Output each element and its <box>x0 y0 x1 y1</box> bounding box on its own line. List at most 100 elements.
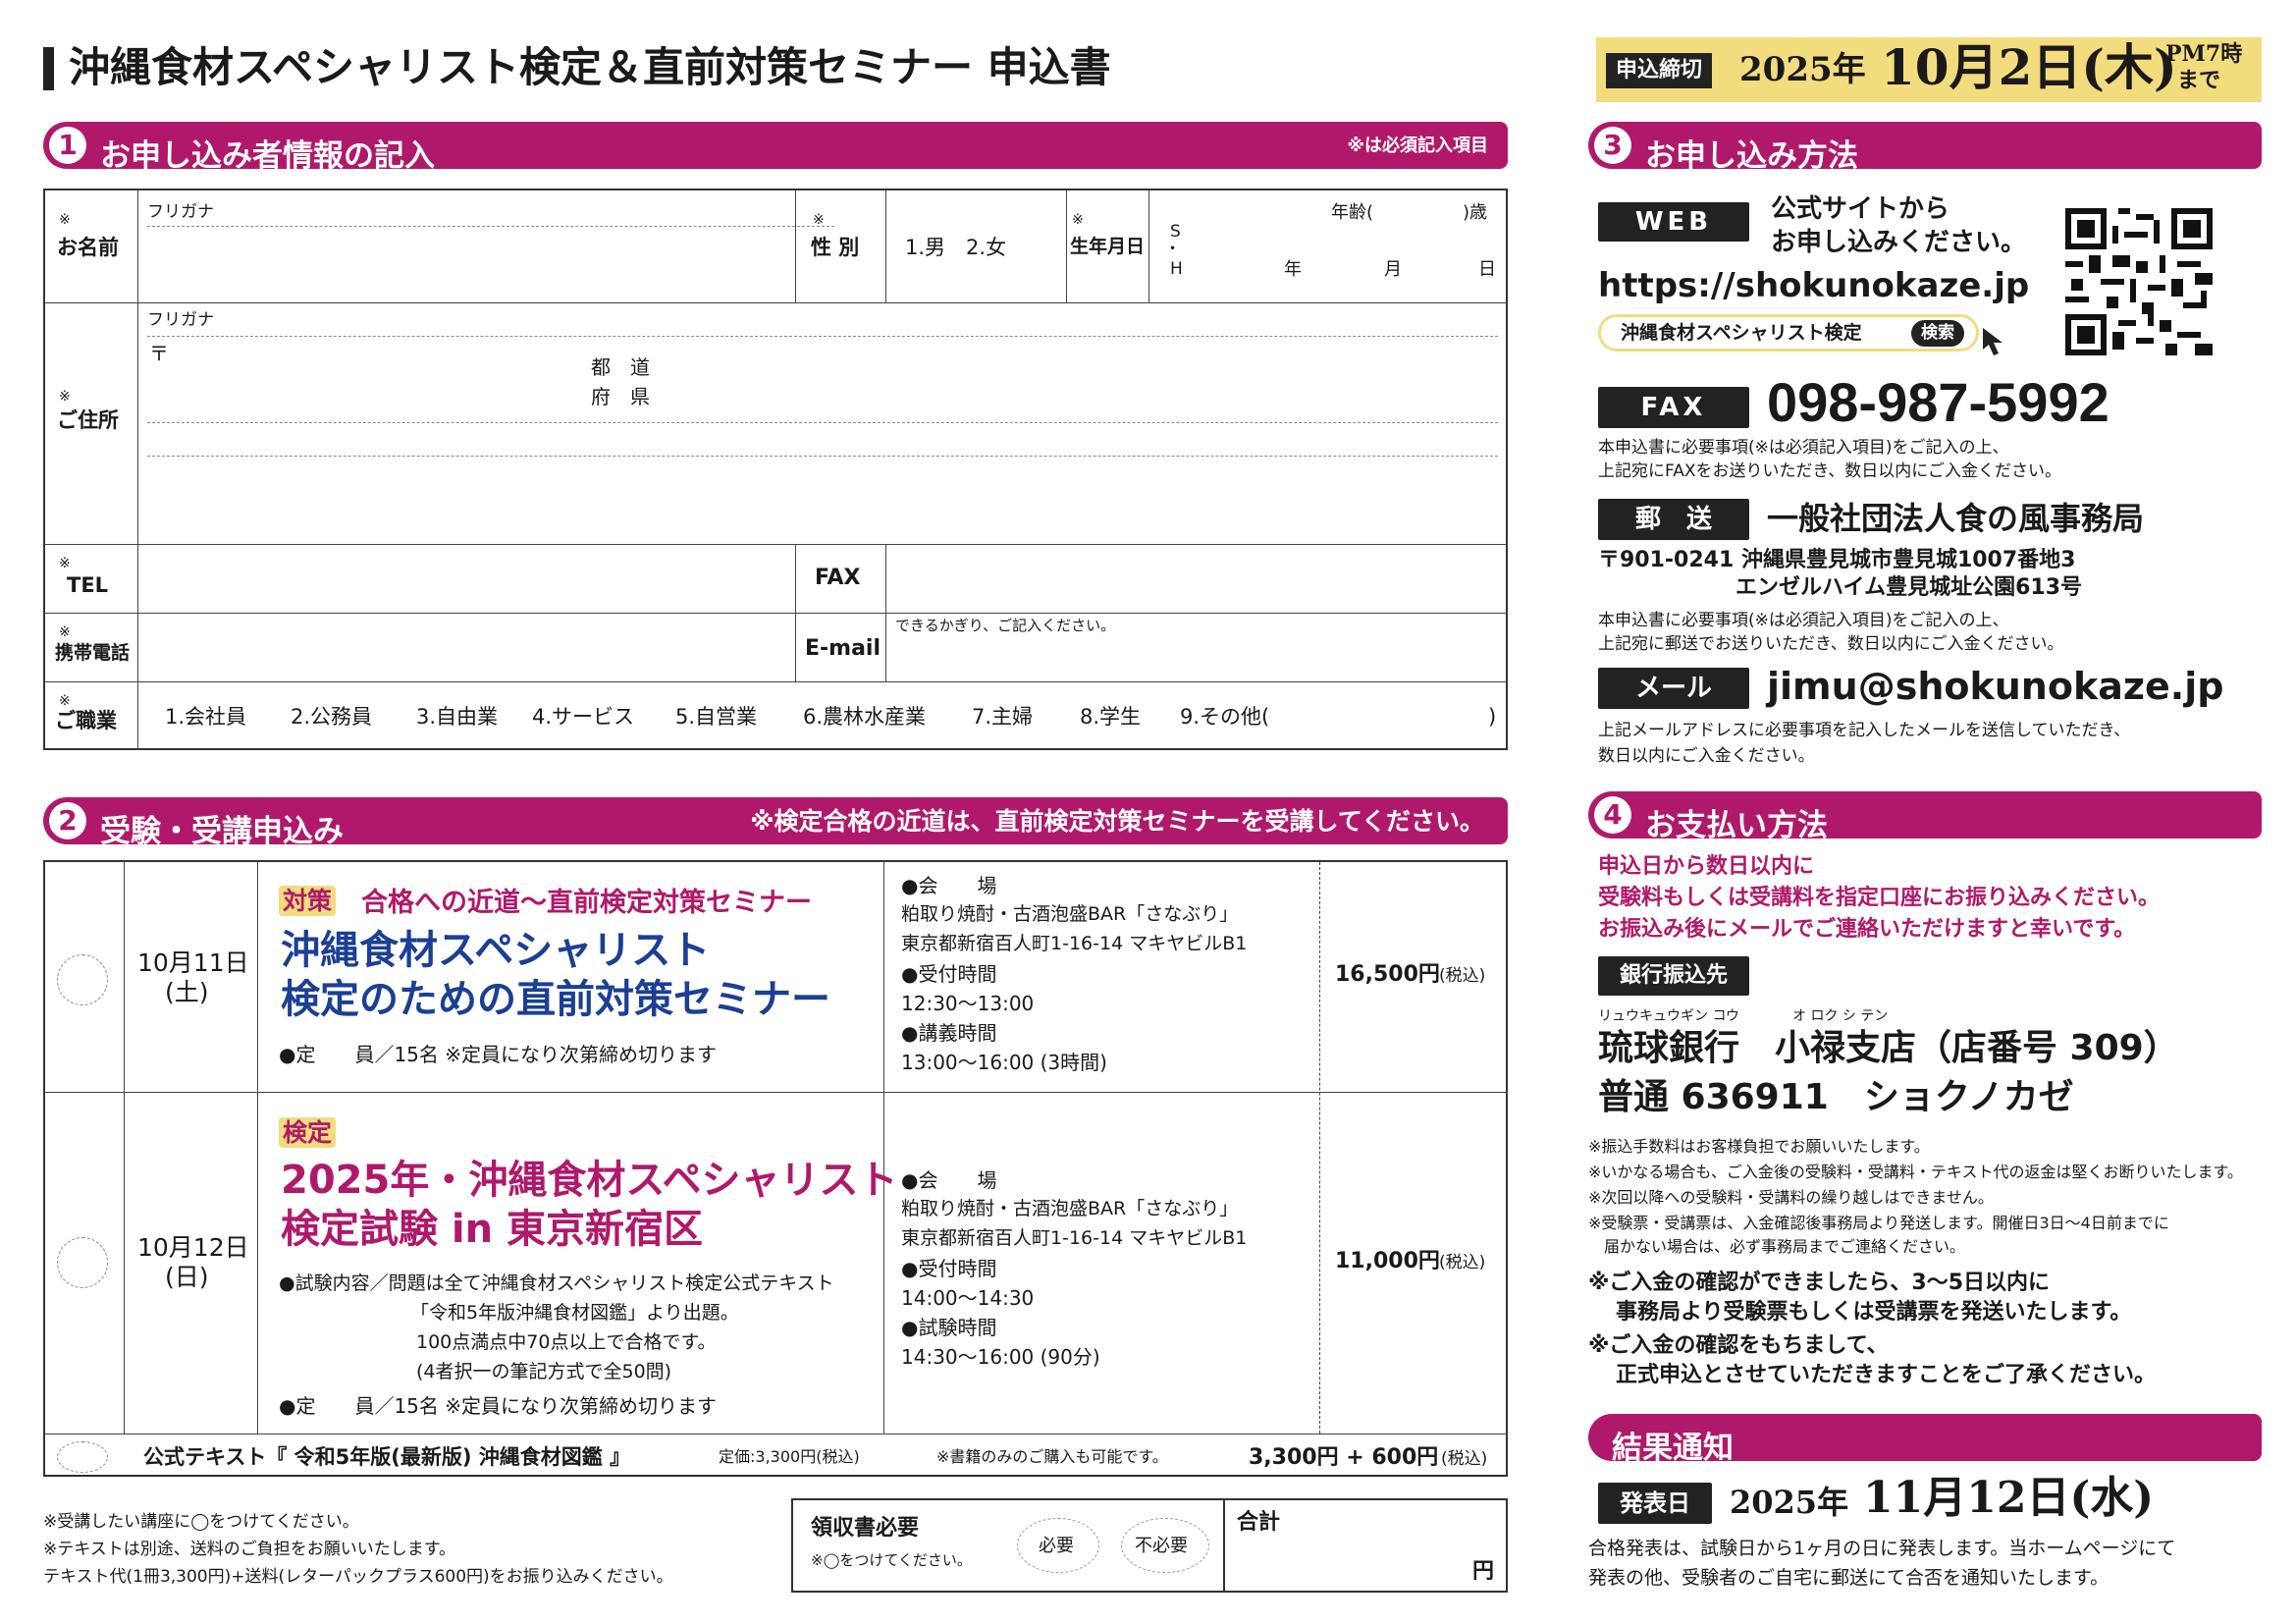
gender-label: 性 別 <box>811 236 860 259</box>
job-option-7[interactable]: 7.主婦 <box>972 707 1033 728</box>
confirm-note-4: 正式申込とさせていただきますことをご了承ください。 <box>1616 1363 2157 1387</box>
search-box[interactable]: 沖縄食材スペシャリスト検定 検索 <box>1598 314 1979 352</box>
job-option-6[interactable]: 6.農林水産業 <box>803 707 926 728</box>
job-label: ご職業 <box>55 709 117 732</box>
title-marker <box>43 47 54 90</box>
seminar-select-circle[interactable] <box>57 954 108 1005</box>
results-header: 結果通知 <box>1588 1414 2262 1466</box>
fax-label-badge: FAX <box>1598 387 1749 428</box>
section2-header: 2 受験・受講申込み ※検定合格の近道は、直前検定対策セミナーを受講してください… <box>43 797 1508 849</box>
seminar-venue-2: 東京都新宿百人町1-16-14 マキヤビルB1 <box>901 933 1248 954</box>
payment-lead-2: 受験料もしくは受講料を指定口座にお振り込みください。 <box>1598 886 2161 910</box>
job-option-1[interactable]: 1.会社員 <box>165 707 246 728</box>
deadline-year: 2025年 <box>1739 50 1866 89</box>
results-title: 結果通知 <box>1612 1431 1734 1466</box>
tel-label: TEL <box>67 573 109 597</box>
payment-note-1: ※振込手数料はお客様負担でお願いいたします。 <box>1588 1137 1930 1156</box>
mail-label-badge: 郵 送 <box>1598 499 1749 540</box>
seminar-lecture-label: ●講義時間 <box>901 1021 997 1045</box>
name-furigana-label: フリガナ <box>147 202 214 222</box>
birth-era-h[interactable]: H <box>1170 261 1183 278</box>
seminar-lecture: 13:00～16:00 (3時間) <box>901 1051 1107 1074</box>
seminar-reception: 12:30～13:00 <box>901 992 1035 1015</box>
exam-price: 11,000円 <box>1335 1249 1440 1273</box>
seminar-venue-1: 粕取り焼酎・古酒泡盛BAR「さなぶり」 <box>901 903 1239 925</box>
exam-venue-label: ●会 場 <box>901 1168 997 1192</box>
payment-note-3: ※次回以降への受験料・受講料の繰り越しはできません。 <box>1588 1188 1994 1207</box>
postal-address-1: 〒901-0241 沖縄県豊見城市豊見城1007番地3 <box>1598 548 2076 572</box>
job-option-2[interactable]: 2.公務員 <box>291 707 372 728</box>
mail-note-2: 上記宛に郵送でお送りいただき、数日以内にご入金ください。 <box>1598 634 2064 654</box>
name-field[interactable] <box>147 234 834 297</box>
mobile-label: 携帯電話 <box>55 642 131 664</box>
total-field[interactable] <box>1237 1540 1453 1583</box>
email-note: できるかぎり、ご記入ください。 <box>895 617 1116 634</box>
seminar-venue-label: ●会 場 <box>901 874 997 897</box>
textbook-select-circle[interactable] <box>57 1441 108 1473</box>
job-option-9[interactable]: 9.その他( <box>1180 707 1269 728</box>
applicant-form: ※ お名前 フリガナ ※ 性 別 1.男 2.女 ※ 生年月日 S ・ H 年齢… <box>43 189 1508 750</box>
tel-field[interactable] <box>147 552 785 607</box>
textbook-title: 公式テキスト『 令和5年版(最新版) 沖縄食材図鑑 』 <box>143 1445 631 1469</box>
age-label: 年齢( <box>1331 202 1374 223</box>
exam-title-1: 2025年・沖縄食材スペシャリスト <box>281 1158 898 1203</box>
name-label: お名前 <box>57 236 119 259</box>
birth-req: ※ <box>1072 212 1084 228</box>
mobile-field[interactable] <box>147 621 785 676</box>
fax-number: 098-987-5992 <box>1767 371 2109 433</box>
postal-mark: 〒 <box>149 342 169 365</box>
fax-field[interactable] <box>895 552 1494 607</box>
address-line-1[interactable] <box>147 422 1498 423</box>
exam-select-circle[interactable] <box>57 1237 108 1288</box>
address-furigana-label: フリガナ <box>147 310 214 330</box>
prefecture-line2: 府 県 <box>591 385 650 408</box>
results-note-2: 発表の他、受験者のご自宅に郵送にて合否を通知いたします。 <box>1588 1567 2109 1589</box>
payment-note-2: ※いかなる場合も、ご入金後の受験料・受講料・テキスト代の返金は堅くお断りいたしま… <box>1588 1163 2243 1181</box>
seminar-weekday: (土) <box>165 978 209 1006</box>
section4-title: お支払い方法 <box>1645 808 1828 843</box>
footnote-1: ※受講したい講座に◯をつけてください。 <box>43 1512 359 1532</box>
exam-time-label: ●試験時間 <box>901 1316 997 1339</box>
email-note-1: 上記メールアドレスに必要事項を記入したメールを送信していただき、 <box>1598 721 2131 740</box>
exam-reception-label: ●受付時間 <box>901 1257 997 1280</box>
exam-content-3: 100点満点中70点以上で合格です。 <box>416 1331 717 1353</box>
address-line-2[interactable] <box>147 456 1498 457</box>
job-option-5[interactable]: 5.自営業 <box>675 707 757 728</box>
web-text-2: お申し込みください。 <box>1771 228 2027 257</box>
address-furigana-field[interactable] <box>147 336 1498 337</box>
birth-label: 生年月日 <box>1070 236 1146 257</box>
exam-title-2: 検定試験 in 東京新宿区 <box>281 1207 704 1252</box>
seminar-title-1: 沖縄食材スペシャリスト <box>281 928 711 973</box>
website-url[interactable]: https://shokunokaze.jp <box>1598 269 2029 302</box>
gender-options[interactable]: 1.男 2.女 <box>905 238 1006 258</box>
job-option-8[interactable]: 8.学生 <box>1080 707 1141 728</box>
email-address[interactable]: jimu@shokunokaze.jp <box>1767 668 2223 705</box>
job-option-4[interactable]: 4.サービス <box>532 707 634 728</box>
search-button[interactable]: 検索 <box>1911 320 1964 347</box>
job-option-3[interactable]: 3.自由業 <box>416 707 498 728</box>
payment-note-4: ※受験票・受講票は、入金確認後事務局より発送します。開催日3日～4日前までに <box>1588 1214 2169 1232</box>
section1-number: 1 <box>49 127 86 164</box>
footnote-2: ※テキストは別途、送料のご負担をお願いいたします。 <box>43 1540 456 1559</box>
address-req: ※ <box>59 389 71 405</box>
email-field[interactable] <box>895 642 1494 677</box>
exam-time: 14:30～16:00 (90分) <box>901 1345 1100 1369</box>
search-text: 沖縄食材スペシャリスト検定 <box>1621 322 1862 344</box>
fax-label: FAX <box>815 566 861 590</box>
payment-lead-1: 申込日から数日以内に <box>1598 854 1815 879</box>
name-furigana-field[interactable] <box>147 226 834 227</box>
birth-era-dot: ・ <box>1164 240 1181 259</box>
birth-era-s[interactable]: S <box>1170 224 1181 241</box>
exam-venue-2: 東京都新宿百人町1-16-14 マキヤビルB1 <box>901 1227 1248 1249</box>
exam-weekday: (日) <box>165 1263 209 1291</box>
section1-header: 1 お申し込み者情報の記入 ※は必須記入項目 <box>43 122 1508 174</box>
section2-note: ※検定合格の近道は、直前検定対策セミナーを受講してください。 <box>750 807 1484 836</box>
seminar-tag: 対策 <box>279 886 337 916</box>
exam-capacity: ●定 員／15名 ※定員になり次第締め切ります <box>279 1394 718 1418</box>
branch-ruby: オ ロク シ テン <box>1792 1008 1889 1024</box>
exam-content-2: 「令和5年版沖縄食材図鑑」より出題。 <box>410 1302 739 1324</box>
receipt-label: 領収書必要 <box>811 1516 920 1541</box>
textbook-list-price: 定価:3,300円(税込) <box>719 1447 860 1466</box>
deadline-box: 申込締切 2025年 10月2日(木) PM7時 まで <box>1596 37 2262 102</box>
seminar-reception-label: ●受付時間 <box>901 962 997 986</box>
